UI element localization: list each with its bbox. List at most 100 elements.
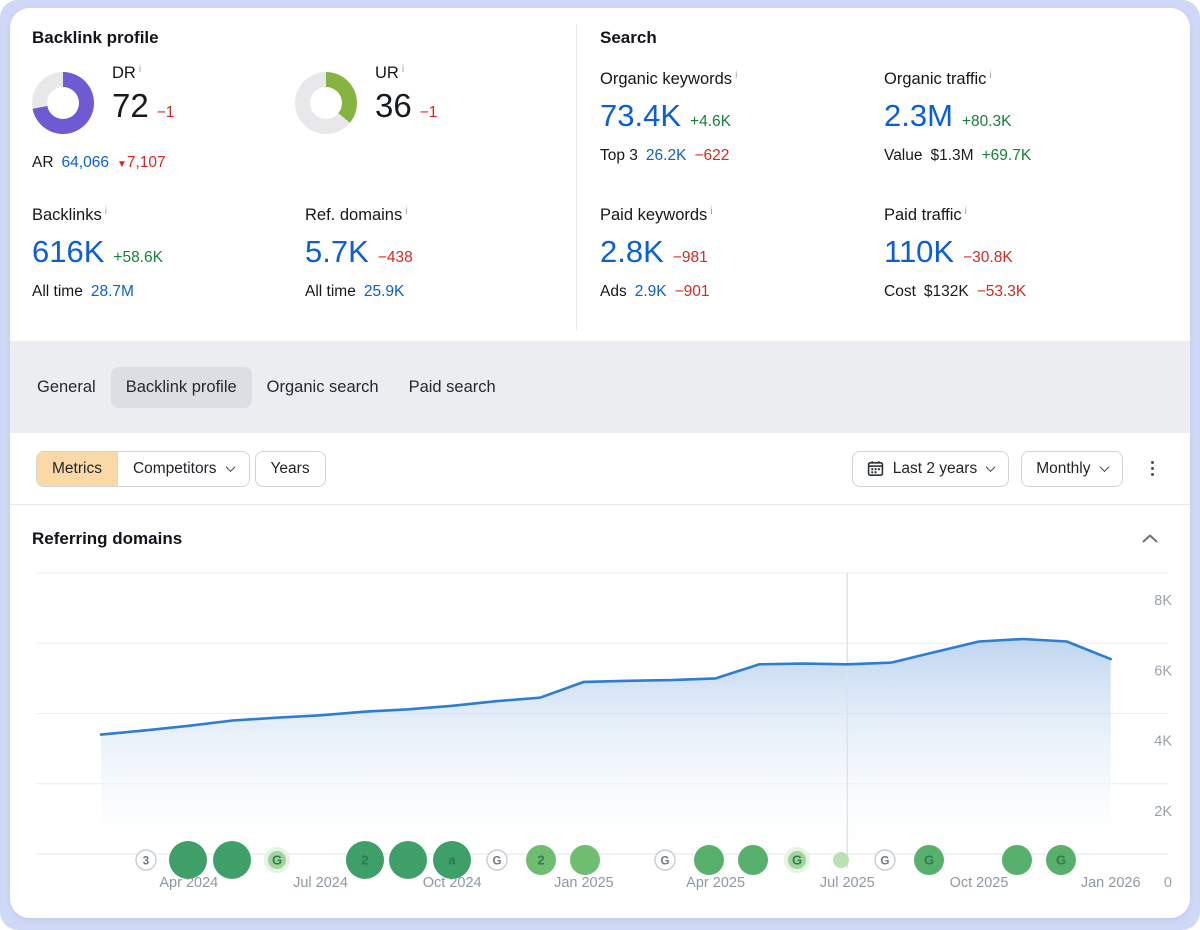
svg-text:3: 3 [143,856,149,868]
info-icon[interactable]: i [139,64,141,75]
organic-keywords-value[interactable]: 73.4K [600,98,681,134]
tab-paid-search[interactable]: Paid search [394,367,511,408]
google-update-marker[interactable]: 2 [526,845,556,875]
info-icon[interactable]: i [405,206,407,217]
dr-donut-gauge [32,72,94,134]
section-tabs: General Backlink profile Organic search … [10,341,1190,433]
google-update-marker[interactable] [213,841,251,879]
svg-text:2: 2 [537,853,544,868]
svg-text:G: G [493,856,502,868]
google-update-marker[interactable] [389,841,427,879]
svg-text:G: G [792,853,802,868]
google-update-marker[interactable] [169,841,207,879]
tab-general[interactable]: General [22,367,111,408]
competitors-chip[interactable]: Competitors [117,452,249,486]
svg-text:Apr 2025: Apr 2025 [686,875,745,891]
kebab-menu-icon[interactable] [1145,455,1161,483]
ur-donut-gauge [295,72,357,134]
google-update-marker[interactable] [694,845,724,875]
svg-text:G: G [661,856,670,868]
app-frame: Backlink profile Search DRi 72−1 URi 36−… [0,0,1200,930]
chevron-down-icon [1099,462,1109,472]
section-divider [576,24,577,330]
referring-domains-chart[interactable]: 02K4K6K8KApr 2024Jul 2024Oct 2024Jan 202… [10,568,1190,918]
google-update-marker[interactable]: G [784,847,810,873]
metrics-chip[interactable]: Metrics [37,452,117,486]
info-icon[interactable]: i [965,206,967,217]
view-mode-group: Metrics Competitors [36,451,250,487]
svg-text:Jul 2025: Jul 2025 [820,875,875,891]
backlink-profile-heading: Backlink profile [32,28,159,48]
collapse-chevron-up-icon[interactable] [1138,526,1162,552]
svg-text:Jul 2024: Jul 2024 [293,875,348,891]
date-range-select[interactable]: Last 2 years [852,451,1009,487]
ar-value[interactable]: 64,066 [62,154,109,172]
tab-backlink-profile[interactable]: Backlink profile [111,367,252,408]
triangle-down-icon: ▼ [117,159,127,170]
google-update-marker[interactable] [1002,845,1032,875]
google-update-marker[interactable]: G [487,850,507,870]
calendar-icon [867,460,884,477]
stats-panel: Backlink profile Search DRi 72−1 URi 36−… [10,8,1190,341]
google-update-marker[interactable] [833,852,849,868]
filter-toolbar: Metrics Competitors Years Last 2 years M… [10,433,1190,505]
metric-ar: AR 64,066 ▼7,107 [32,154,166,172]
metric-paid-traffic: Paid traffici 110K−30.8K Cost$132K−53.3K [884,206,1026,301]
granularity-select[interactable]: Monthly [1021,451,1122,487]
metric-dr: DRi 72−1 [32,64,174,134]
dr-label: DR [112,64,136,82]
ar-delta: 7,107 [127,154,166,171]
svg-text:Oct 2025: Oct 2025 [950,875,1009,891]
google-update-marker[interactable]: G [1046,845,1076,875]
info-icon[interactable]: i [989,70,991,81]
google-update-marker[interactable]: G [655,850,675,870]
metric-organic-traffic: Organic traffici 2.3M+80.3K Value$1.3M+6… [884,70,1031,165]
svg-text:a: a [448,853,456,868]
google-update-marker[interactable] [738,845,768,875]
chevron-down-icon [225,462,235,472]
svg-text:G: G [924,853,934,868]
svg-text:4K: 4K [1154,734,1172,750]
chart-title: Referring domains [32,529,182,549]
svg-text:6K: 6K [1154,663,1172,679]
ur-value: 36 [375,87,412,125]
svg-text:G: G [272,853,282,868]
metric-ur: URi 36 −1 [295,64,437,134]
info-icon[interactable]: i [735,70,737,81]
metric-ref-domains: Ref. domainsi 5.7K−438 All time25.9K [305,206,413,301]
ur-delta: −1 [420,104,438,122]
metric-organic-keywords: Organic keywordsi 73.4K+4.6K Top 326.2K−… [600,70,737,165]
svg-text:2: 2 [361,853,368,868]
paid-keywords-value[interactable]: 2.8K [600,234,664,270]
backlinks-value[interactable]: 616K [32,234,104,270]
google-update-marker[interactable]: 2 [346,841,384,879]
svg-text:Jan 2026: Jan 2026 [1081,875,1141,891]
svg-text:2K: 2K [1154,804,1172,820]
info-icon[interactable]: i [402,64,404,75]
google-update-marker[interactable]: G [264,847,290,873]
google-update-marker[interactable]: G [914,845,944,875]
search-heading: Search [600,28,657,48]
ur-label: UR [375,64,399,82]
google-update-marker[interactable]: G [875,850,895,870]
organic-traffic-value[interactable]: 2.3M [884,98,953,134]
google-update-marker[interactable]: 3 [136,850,156,870]
svg-text:0: 0 [1164,875,1172,891]
tab-organic-search[interactable]: Organic search [252,367,394,408]
ar-label: AR [32,154,54,172]
metric-paid-keywords: Paid keywordsi 2.8K−981 Ads2.9K−901 [600,206,713,301]
overview-card: Backlink profile Search DRi 72−1 URi 36−… [10,8,1190,918]
info-icon[interactable]: i [710,206,712,217]
svg-text:G: G [1056,853,1066,868]
google-update-marker[interactable] [570,845,600,875]
svg-text:G: G [881,856,890,868]
google-update-marker[interactable]: a [433,841,471,879]
years-chip[interactable]: Years [255,451,326,487]
paid-traffic-value[interactable]: 110K [884,234,954,270]
info-icon[interactable]: i [105,206,107,217]
chevron-down-icon [986,462,996,472]
dr-delta: −1 [157,104,175,122]
svg-text:Jan 2025: Jan 2025 [554,875,614,891]
metric-backlinks: Backlinksi 616K+58.6K All time28.7M [32,206,163,301]
ref-domains-value[interactable]: 5.7K [305,234,369,270]
